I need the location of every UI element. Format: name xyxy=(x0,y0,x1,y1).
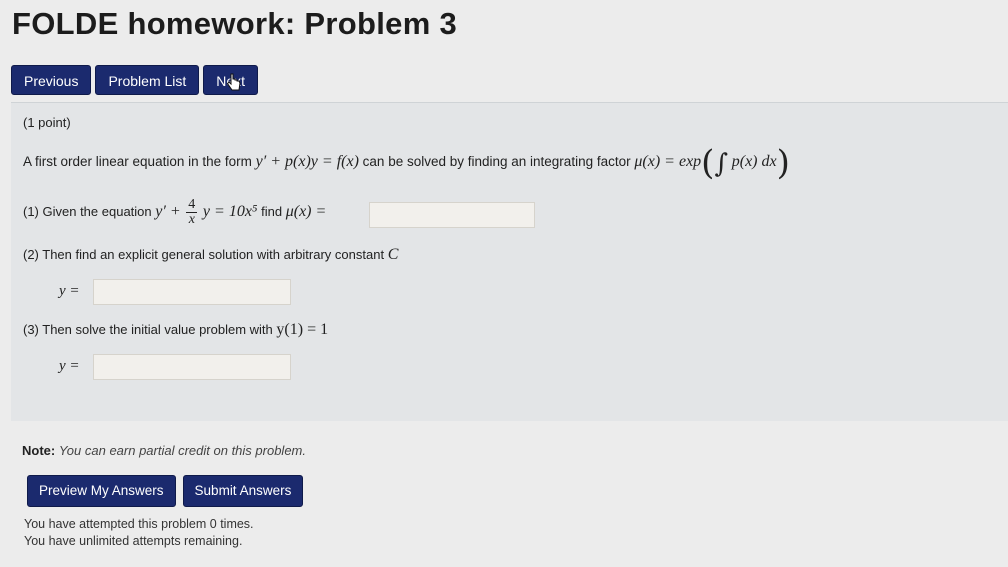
intro-equation: y′ + p(x)y = f(x) xyxy=(255,153,359,170)
question-1: (1) Given the equation y′ + 4 x y = 10x⁵… xyxy=(23,198,326,227)
attempts-line-1: You have attempted this problem 0 times. xyxy=(24,517,254,531)
problem-nav: Previous Problem List Next xyxy=(11,65,259,95)
ivp-solution-input[interactable] xyxy=(93,354,291,380)
points-label: (1 point) xyxy=(23,115,71,130)
right-paren: ) xyxy=(776,143,790,183)
problem-panel: (1 point) A first order linear equation … xyxy=(11,102,1008,421)
q1-prefix: (1) Given the equation xyxy=(23,203,152,219)
page-title: FOLDE homework: Problem 3 xyxy=(12,6,458,41)
q2-constant: C xyxy=(387,246,399,263)
q2-text: (2) Then find an explicit general soluti… xyxy=(23,247,385,262)
q1-mu-label: μ(x) = xyxy=(285,202,327,220)
hand-cursor-icon xyxy=(226,73,241,91)
integral-sign: ∫ xyxy=(714,149,728,179)
problem-intro: A first order linear equation in the for… xyxy=(23,143,790,183)
q1-lhs: y′ + xyxy=(155,202,181,220)
left-paren: ( xyxy=(701,143,715,183)
mu-answer-input[interactable] xyxy=(369,202,535,228)
intro-text: A first order linear equation in the for… xyxy=(23,154,252,169)
intro-integrand: p(x) dx xyxy=(731,153,777,170)
q1-fraction: 4 x xyxy=(186,197,198,227)
q1-find: find xyxy=(261,203,283,219)
q1-rhs: y = 10x⁵ xyxy=(202,202,258,220)
attempts-line-2: You have unlimited attempts remaining. xyxy=(24,534,243,548)
answer-actions: Preview My Answers Submit Answers xyxy=(27,475,304,507)
attempts-info: You have attempted this problem 0 times.… xyxy=(24,516,254,550)
q3-text: (3) Then solve the initial value problem… xyxy=(23,322,273,337)
previous-button[interactable]: Previous xyxy=(11,65,92,95)
ivp-solution-label: y = xyxy=(59,358,80,374)
problem-list-button[interactable]: Problem List xyxy=(95,65,200,95)
intro-mid-text: can be solved by finding an integrating … xyxy=(362,154,631,169)
q1-fraction-denominator: x xyxy=(188,212,195,227)
question-3: (3) Then solve the initial value problem… xyxy=(23,321,328,339)
submit-answers-button[interactable]: Submit Answers xyxy=(182,475,304,507)
general-solution-input[interactable] xyxy=(93,279,291,305)
note-text: You can earn partial credit on this prob… xyxy=(58,443,306,458)
note-label: Note: xyxy=(22,443,56,458)
general-solution-label: y = xyxy=(59,283,80,299)
intro-mu: μ(x) = exp xyxy=(634,153,702,170)
q1-fraction-numerator: 4 xyxy=(186,197,198,213)
q3-condition: y(1) = 1 xyxy=(276,321,329,338)
note: Note: You can earn partial credit on thi… xyxy=(22,443,306,458)
question-2: (2) Then find an explicit general soluti… xyxy=(23,246,398,264)
preview-answers-button[interactable]: Preview My Answers xyxy=(27,475,176,507)
